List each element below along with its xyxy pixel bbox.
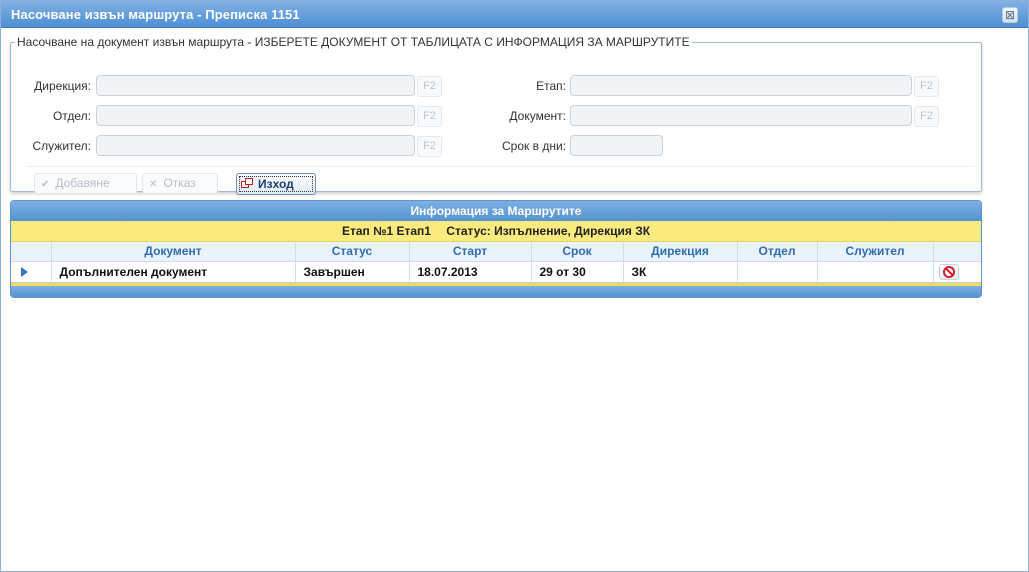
days-field[interactable] (570, 135, 663, 156)
routes-table: Документ Статус Старт Срок Дирекция Отде… (11, 242, 981, 283)
grid-title: Информация за Маршрутите (11, 201, 981, 221)
direction-f2-button[interactable]: F2 (417, 76, 442, 97)
route-dialog: Насочване извън маршрута - Преписка 1151… (0, 0, 1029, 572)
exit-button[interactable]: Изход (236, 173, 316, 195)
employee-f2-button[interactable]: F2 (417, 136, 442, 157)
employee-field[interactable] (96, 135, 415, 156)
department-label: Отдел: (52, 109, 91, 123)
days-row: Срок в дни: (471, 135, 971, 157)
form-legend: Насочване на документ извън маршрута - И… (17, 35, 690, 49)
group-stage: Етап №1 Етап1 (341, 224, 431, 238)
cell-status[interactable]: Завършен (295, 261, 410, 283)
stage-row: Етап: F2 (471, 75, 971, 97)
col-department[interactable]: Отдел (737, 242, 818, 262)
row-pointer-icon (21, 266, 28, 277)
col-direction[interactable]: Дирекция (623, 242, 738, 262)
cancel-button[interactable]: ✕ Отказ (142, 173, 218, 194)
exit-icon (241, 178, 254, 189)
document-row: Документ: F2 (471, 105, 971, 127)
col-start[interactable]: Старт (409, 242, 532, 262)
add-button-label: Добавяне (55, 176, 110, 190)
document-f2-button[interactable]: F2 (914, 106, 939, 127)
cell-department[interactable] (737, 261, 818, 283)
stage-f2-button[interactable]: F2 (914, 76, 939, 97)
document-label: Документ: (509, 109, 566, 123)
days-label: Срок в дни: (502, 139, 566, 153)
cell-term[interactable]: 29 от 30 (531, 261, 624, 283)
form-separator (27, 166, 975, 167)
col-term[interactable]: Срок (531, 242, 624, 262)
cell-direction[interactable]: ЗК (623, 261, 738, 283)
grid-footer (11, 285, 981, 297)
document-field[interactable] (570, 105, 912, 126)
stage-field[interactable] (570, 75, 912, 96)
header-row: Документ Статус Старт Срок Дирекция Отде… (11, 242, 981, 262)
row-pointer-cell (11, 261, 52, 283)
title-bar: Насочване извън маршрута - Преписка 1151… (1, 1, 1028, 28)
col-status[interactable]: Статус (295, 242, 410, 262)
document-form: Насочване на документ извън маршрута - И… (10, 35, 982, 195)
department-row: Отдел: F2 (11, 105, 471, 127)
cell-document[interactable]: Допълнителен документ (51, 261, 296, 283)
stage-label: Етап: (536, 79, 566, 93)
col-document[interactable]: Документ (51, 242, 296, 262)
routes-grid: Информация за Маршрутите Етап №1 Етап1 С… (10, 200, 982, 298)
delete-button[interactable] (938, 263, 959, 280)
direction-label: Дирекция: (34, 79, 91, 93)
exit-button-label: Изход (258, 177, 294, 191)
col-employee[interactable]: Служител (817, 242, 934, 262)
direction-row: Дирекция: F2 (11, 75, 471, 97)
department-f2-button[interactable]: F2 (417, 106, 442, 127)
group-status: Статус: Изпълнение, Дирекция ЗК (446, 224, 651, 238)
department-field[interactable] (96, 105, 415, 126)
col-pointer (11, 242, 52, 262)
cell-actions (933, 261, 981, 283)
table-row[interactable]: Допълнителен документ Завършен 18.07.201… (11, 261, 981, 283)
cell-start[interactable]: 18.07.2013 (409, 261, 532, 283)
employee-row: Служител: F2 (11, 135, 471, 157)
employee-label: Служител: (32, 139, 91, 153)
check-icon: ✔ (41, 179, 50, 190)
group-header-row[interactable]: Етап №1 Етап1 Статус: Изпълнение, Дирекц… (11, 221, 981, 242)
delete-icon (942, 265, 955, 278)
cell-employee[interactable] (817, 261, 934, 283)
direction-field[interactable] (96, 75, 415, 96)
cancel-button-label: Отказ (163, 176, 196, 190)
add-button[interactable]: ✔ Добавяне (34, 173, 137, 194)
window-title: Насочване извън маршрута - Преписка 1151 (11, 7, 300, 22)
x-icon: ✕ (149, 179, 158, 190)
close-icon[interactable]: ⊠ (1002, 7, 1018, 23)
col-actions (933, 242, 981, 262)
